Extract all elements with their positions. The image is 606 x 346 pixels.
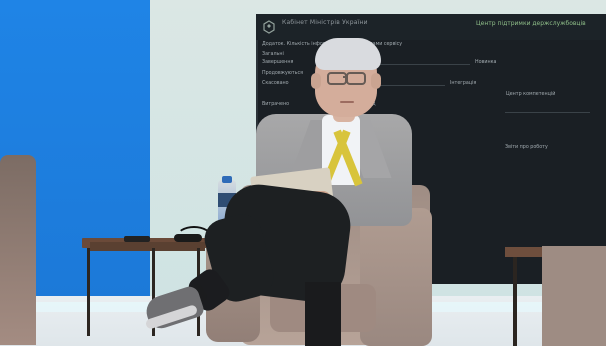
left-chair	[0, 155, 36, 345]
screen-row-label-3: Продовжуються	[262, 71, 304, 76]
bottle-cap	[222, 176, 232, 183]
screen-extra-1: Центр компетенцій	[506, 92, 556, 97]
screen-row-label-4: Скасовано	[262, 81, 289, 86]
screen-row-label-5: Витрачено	[262, 102, 290, 107]
smartphone	[124, 236, 150, 242]
screen-extra-2: Звіти про роботу	[505, 145, 548, 150]
left-ear	[311, 73, 321, 89]
screen-row-field-4: Інтеграція	[450, 81, 477, 86]
lower-leg	[305, 282, 341, 346]
screen-row-label-1: Загальні	[262, 52, 284, 57]
screen-header	[256, 14, 606, 40]
screen-line	[505, 112, 590, 113]
screen-row-label-2: Завершення	[262, 60, 294, 65]
mouth	[340, 101, 354, 103]
glasses-right-lens	[346, 72, 366, 85]
left-table-leg	[87, 248, 90, 336]
hair	[315, 38, 381, 70]
glasses-left-lens	[327, 72, 347, 85]
right-chair	[542, 246, 606, 346]
screen-row-field-2: Новинка	[475, 60, 497, 65]
government-logo-icon	[263, 20, 275, 34]
right-table-leg	[513, 257, 517, 346]
cable-bundle	[174, 234, 202, 242]
right-ear	[371, 73, 381, 89]
screen-link: Центр підтримки держслужбовців	[476, 20, 586, 27]
screen-title: Кабінет Міністрів України	[282, 19, 368, 26]
glasses-bridge	[343, 76, 347, 78]
scene: Кабінет Міністрів України Центр підтримк…	[0, 0, 606, 346]
